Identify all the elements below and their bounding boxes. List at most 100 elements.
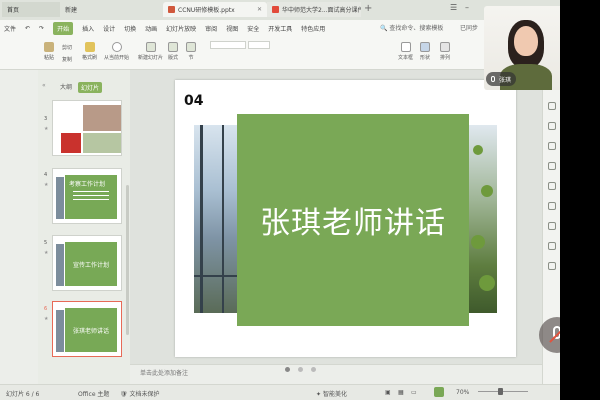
slide-thumbnail-5[interactable]: 宣传工作计划 [52,235,122,291]
thumb-green-card: 宣传工作计划 [65,242,117,286]
title-card[interactable]: 张琪老师讲话 [237,114,469,326]
notes-pane[interactable]: 单击此处添加备注 [130,364,542,378]
format-painter-button[interactable]: 格式刷 [82,42,97,61]
new-slide-label: 新建幻灯片 [138,55,164,61]
new-slide-button[interactable]: 新建幻灯片 [138,42,163,61]
menu-undo-icon[interactable]: ↶ [25,25,30,32]
zoom-slider[interactable] [478,391,528,392]
tab-home[interactable]: 首页 [2,2,60,17]
document-protection[interactable]: 🛡 文档未保护 [120,389,160,398]
close-tab-icon[interactable]: ✕ [257,6,262,13]
leaf [479,275,495,291]
textbox-button[interactable]: 文本框 [398,42,413,61]
current-slide[interactable]: 04 张琪老师讲话 [175,80,516,357]
backup-icon[interactable] [548,182,556,190]
textbox-label: 文本框 [398,55,414,61]
smart-beautify-button[interactable]: ✦ 智能美化 [316,389,347,398]
participant-name: 张琪 [499,76,512,84]
settings-icon[interactable] [548,242,556,250]
participant-face [514,26,538,56]
panel-tabs: 大纲 幻灯片 [60,82,103,93]
shape-panel-icon[interactable] [548,102,556,110]
shape-icon [420,42,430,52]
slide-count: 幻灯片 6 / 6 [6,391,40,398]
tab-home-label: 首页 [7,7,20,14]
collapse-panel-icon[interactable]: « [42,82,46,89]
menu-tab-view[interactable]: 视图 [226,24,238,33]
thumbnail-star-icon: ★ [44,250,49,256]
section-label: 节 [188,55,194,61]
zoom-slider-handle[interactable] [498,388,503,395]
window-frame [200,125,203,313]
copy-button[interactable]: 复制 [62,56,72,63]
panel-scrollbar[interactable] [126,185,129,335]
thumbnail-number: 3 [44,116,48,122]
command-search[interactable]: 🔍 查找命令、搜索模板 [380,23,443,32]
thumb-green-card: 考察工作计划 [65,175,117,219]
slide-thumbnail-6[interactable]: 张琪老师讲话 [52,301,122,357]
brush-icon [84,42,95,52]
slide-thumbnail-3[interactable] [52,100,122,156]
menu-file[interactable]: 文件 [4,24,16,33]
menu-tab-slideshow[interactable]: 幻灯片放映 [166,24,196,33]
ppt-file-icon [168,6,175,13]
shape-button[interactable]: 形状 [420,42,430,61]
font-family-select[interactable] [210,41,246,49]
minimize-icon[interactable]: – [465,3,469,12]
tab-new[interactable]: 新建 [60,2,108,17]
participant-name-chip: 张琪 [486,72,517,86]
menu-tab-security[interactable]: 安全 [247,24,259,33]
railing [194,275,238,277]
new-tab-plus-icon[interactable]: + [364,3,372,14]
tab-document-pptx[interactable]: CCNU研修模板.pptx ✕ [163,2,267,17]
section-button[interactable]: 节 [186,42,196,61]
play-from-current-button[interactable]: 从当前开始 [104,42,129,61]
slide-title: 张琪老师讲话 [260,206,446,241]
view-sorter-icon[interactable]: ▦ [398,389,404,396]
slide-thumbnail-4[interactable]: 考察工作计划 [52,168,122,224]
menu-redo-icon[interactable]: ↷ [39,25,44,32]
share-icon[interactable] [548,202,556,210]
arrange-label: 排列 [440,55,451,61]
green-block [83,133,121,153]
zoom-level[interactable]: 70% [456,389,469,396]
page-dot[interactable] [285,367,290,372]
menu-tab-special[interactable]: 特色应用 [301,24,325,33]
arrange-button[interactable]: 排列 [440,42,450,61]
status-bar: 幻灯片 6 / 6 Office 主题 🛡 文档未保护 ✦ 智能美化 ▣ ▦ ▭… [0,384,560,400]
select-icon[interactable] [548,162,556,170]
animation-icon[interactable] [548,142,556,150]
menu-tab-home[interactable]: 开始 [53,21,74,35]
page-dot[interactable] [311,367,316,372]
menu-tab-insert[interactable]: 插入 [82,24,94,33]
menu-tab-review[interactable]: 审阅 [205,24,217,33]
thumb-bullets [69,188,113,203]
layout-button[interactable]: 版式 [168,42,178,61]
page-dot[interactable] [298,367,303,372]
view-normal-icon[interactable]: ▣ [385,389,391,396]
tab-document-pdf-label: 华中师范大学2...面试高分课件参考 [282,7,361,14]
tab-document-pdf[interactable]: 华中师范大学2...面试高分课件参考 [267,2,361,17]
panel-tab-slides[interactable]: 幻灯片 [78,82,103,93]
play-slideshow-button[interactable] [434,387,444,397]
menu-icon[interactable]: ☰ [450,3,457,12]
plant-photo-right [467,125,497,313]
panel-tab-outline[interactable]: 大纲 [60,82,72,93]
cut-button[interactable]: 剪切 [62,44,72,51]
participant-video-tile[interactable]: 张琪 [484,6,566,90]
menu-tab-transition[interactable]: 切换 [124,24,136,33]
paste-button[interactable]: 粘贴 [44,42,54,61]
properties-icon[interactable] [548,122,556,130]
font-size-select[interactable] [248,41,270,49]
new-slide-icon [145,42,156,52]
view-reading-icon[interactable]: ▭ [411,389,417,396]
menu-tab-design[interactable]: 设计 [103,24,115,33]
pdf-file-icon [272,6,279,13]
help-icon[interactable] [548,222,556,230]
red-block [61,133,81,153]
thumb-photo [56,244,64,286]
menu-tab-animation[interactable]: 动画 [145,24,157,33]
menu-tab-developer[interactable]: 开发工具 [268,24,292,33]
more-icon[interactable] [548,262,556,270]
sync-status[interactable]: 已同步 [460,23,478,32]
